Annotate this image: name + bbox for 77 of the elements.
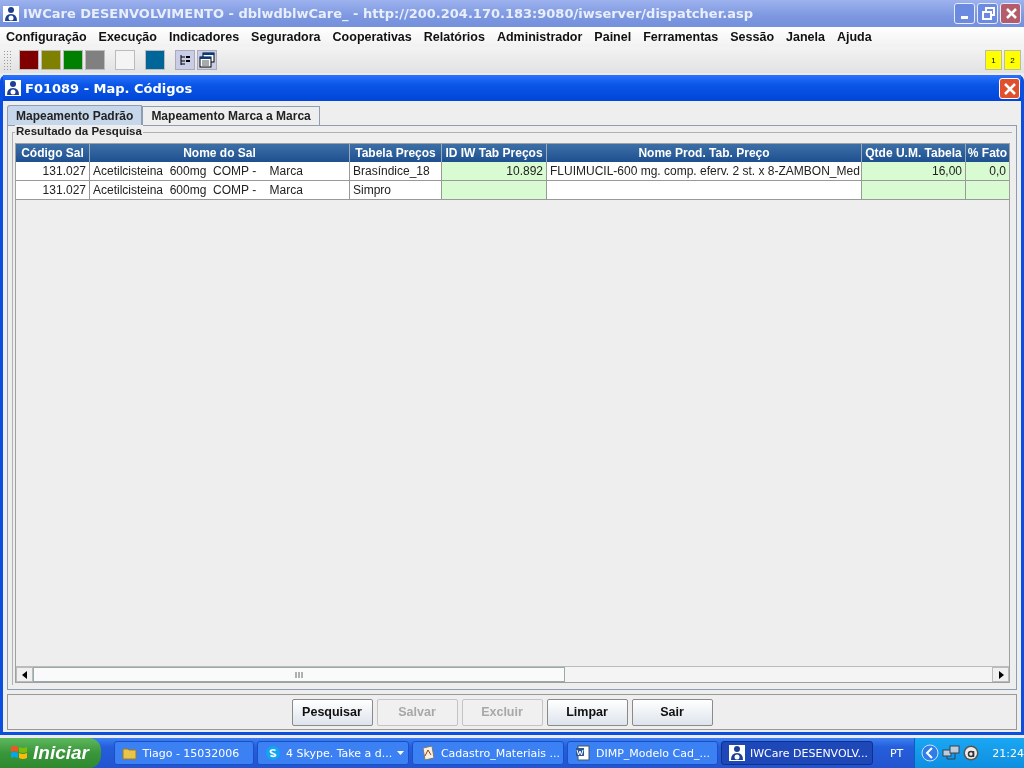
grip-icon: [295, 670, 303, 679]
tree-view-button[interactable]: [175, 50, 195, 70]
menu-item[interactable]: Seguradora: [251, 30, 321, 44]
app-icon: [5, 80, 21, 96]
action-button[interactable]: Pesquisar: [291, 698, 373, 726]
dropdown-caret-icon: [397, 751, 405, 755]
menu-item[interactable]: Execução: [98, 30, 157, 44]
left-arrow-icon[interactable]: [20, 670, 29, 679]
window-title: IWCare DESENVOLVIMENTO - dblwdblwCare_ - http://200.204.170.183:9080/iwserver/dispatcher.asp: [23, 6, 754, 21]
color-swatch-button[interactable]: [63, 50, 83, 70]
horizontal-scrollbar[interactable]: [16, 666, 1009, 682]
language-indicator[interactable]: PT: [889, 746, 904, 760]
taskbar-button[interactable]: Cadastro_Materiais ...: [411, 741, 564, 765]
action-button[interactable]: Limpar: [546, 698, 628, 726]
windows-button[interactable]: [197, 50, 217, 70]
flag-logo-icon: [10, 745, 28, 761]
minimize-button[interactable]: [954, 3, 975, 24]
word-document-icon: [574, 745, 591, 761]
menu-item[interactable]: Relatórios: [423, 30, 485, 44]
color-swatch-button[interactable]: [41, 50, 61, 70]
column-header[interactable]: ID IW Tab Preços: [442, 144, 547, 162]
table-cell: Brasíndice_18: [350, 162, 442, 181]
column-header[interactable]: Tabela Preços: [350, 144, 442, 162]
close-button[interactable]: [1000, 3, 1021, 24]
menu-item[interactable]: Configuração: [6, 30, 87, 44]
page-button[interactable]: 1: [985, 50, 1002, 70]
document-icon: [419, 745, 436, 761]
taskbar-button[interactable]: Tiago - 15032006: [113, 741, 254, 765]
table-cell: 131.027: [16, 181, 90, 200]
app-icon: [728, 745, 745, 761]
menu-item[interactable]: Sessão: [730, 30, 774, 44]
column-header[interactable]: Nome Prod. Tab. Preço: [547, 144, 862, 162]
folder-icon: [121, 745, 138, 761]
table-cell: 131.027: [16, 162, 90, 181]
column-header[interactable]: Qtde U.M. Tabela: [862, 144, 966, 162]
table-cell: 16,00: [862, 162, 966, 181]
start-button[interactable]: Iniciar: [0, 738, 101, 768]
restore-button[interactable]: [977, 3, 998, 24]
minimize-icon: [961, 16, 968, 19]
chevron-left-icon[interactable]: [921, 744, 940, 762]
taskbar-button[interactable]: 4 Skype. Take a d...: [256, 741, 409, 765]
app-icon: [3, 5, 19, 22]
color-swatch-button[interactable]: [85, 50, 105, 70]
windows-icon: [199, 52, 215, 68]
menu-item[interactable]: Indicadores: [168, 30, 240, 44]
network-icon[interactable]: [942, 745, 961, 761]
tree-icon: [177, 52, 193, 68]
antivirus-icon[interactable]: [963, 745, 980, 761]
column-header[interactable]: Nome do Sal: [90, 144, 350, 162]
table-cell: 10.892: [442, 162, 547, 181]
color-swatch-button[interactable]: [19, 50, 39, 70]
menu-item[interactable]: Janela: [786, 30, 825, 44]
menu-item[interactable]: Ajuda: [836, 30, 872, 44]
tab[interactable]: Mapeamento Marca a Marca: [142, 106, 320, 125]
clock: 21:24: [992, 746, 1024, 760]
tab[interactable]: Mapeamento Padrão: [7, 105, 143, 125]
color-swatch-button[interactable]: [145, 50, 165, 70]
taskbar-button[interactable]: DIMP_Modelo Cad_...: [566, 741, 718, 765]
table-cell: Acetilcisteina 600mg COMP - Marca: [90, 162, 350, 181]
right-arrow-icon[interactable]: [996, 670, 1005, 679]
column-header[interactable]: % Fato: [966, 144, 1009, 162]
menu-item[interactable]: Painel: [594, 30, 632, 44]
skype-icon: [264, 745, 281, 761]
group-title: Resultado da Pesquisa: [15, 125, 143, 137]
menu-item[interactable]: Administrador: [496, 30, 583, 44]
color-swatch-button[interactable]: [115, 50, 135, 70]
frame-title: F01089 - Map. Códigos: [25, 80, 193, 96]
table-cell: FLUIMUCIL-600 mg. comp. eferv. 2 st. x 8-ZAMBON_Med: [547, 162, 862, 181]
table-cell: Acetilcisteina 600mg COMP - Marca: [90, 181, 350, 200]
action-button[interactable]: Sair: [631, 698, 713, 726]
menu-item[interactable]: Cooperativas: [332, 30, 412, 44]
table-cell: Simpro: [350, 181, 442, 200]
page-button[interactable]: 2: [1004, 50, 1021, 70]
column-header[interactable]: Código Sal: [16, 144, 90, 162]
taskbar-button[interactable]: IWCare DESENVOLV...: [720, 741, 873, 765]
menu-item[interactable]: Ferramentas: [643, 30, 719, 44]
table-cell: 0,0: [966, 162, 1009, 181]
